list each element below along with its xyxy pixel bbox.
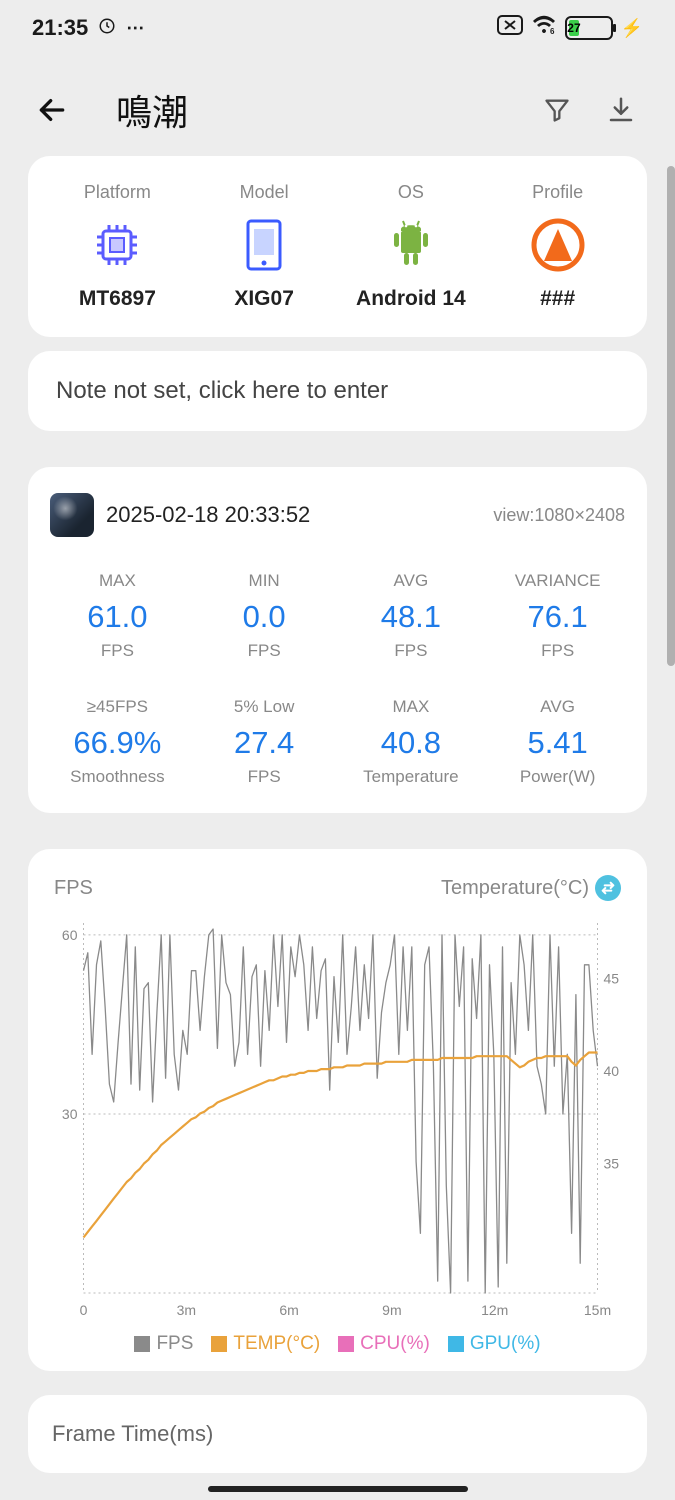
clock-icon bbox=[98, 17, 116, 40]
stat-cell: 5% Low27.4FPS bbox=[191, 697, 338, 787]
svg-text:30: 30 bbox=[62, 1106, 78, 1122]
svg-text:9m: 9m bbox=[382, 1302, 401, 1318]
device-platform: Platform MT6897 bbox=[44, 182, 191, 311]
more-icon: ⋯ bbox=[126, 18, 144, 39]
svg-text:3m: 3m bbox=[177, 1302, 196, 1318]
back-button[interactable] bbox=[32, 90, 72, 130]
chart-legend: FPS TEMP(°C) CPU(%) GPU(%) bbox=[44, 1327, 631, 1355]
status-time: 21:35 bbox=[32, 15, 88, 41]
stat-cell: AVG48.1FPS bbox=[338, 571, 485, 661]
fps-chart-card: FPS Temperature(°C) 30 60 35 40 45 0 3m 6m 9m 12m… bbox=[28, 849, 647, 1371]
svg-text:0: 0 bbox=[80, 1302, 88, 1318]
note-input[interactable]: Note not set, click here to enter bbox=[28, 351, 647, 431]
chart-left-axis-label: FPS bbox=[54, 877, 93, 900]
svg-text:35: 35 bbox=[604, 1156, 620, 1172]
svg-text:45: 45 bbox=[604, 971, 620, 987]
svg-text:60: 60 bbox=[62, 927, 78, 943]
stat-cell: ≥45FPS66.9%Smoothness bbox=[44, 697, 191, 787]
device-os: OS Android 14 bbox=[338, 182, 485, 311]
device-model: Model XIG07 bbox=[191, 182, 338, 311]
phone-icon bbox=[191, 217, 338, 273]
session-resolution: view:1080×2408 bbox=[493, 505, 625, 526]
fps-temperature-chart[interactable]: 30 60 35 40 45 0 3m 6m 9m 12m 15m bbox=[44, 917, 631, 1327]
status-bar: 21:35 ⋯ 6 27 ⚡ bbox=[0, 0, 675, 56]
stat-cell: MAX40.8Temperature bbox=[338, 697, 485, 787]
device-info-card: Platform MT6897 Model XIG07 OS Android 1… bbox=[28, 156, 647, 337]
axis-swap-button[interactable] bbox=[595, 875, 621, 901]
session-stats-card: 2025-02-18 20:33:52 view:1080×2408 MAX61… bbox=[28, 467, 647, 813]
home-indicator[interactable] bbox=[208, 1486, 468, 1492]
svg-text:6m: 6m bbox=[279, 1302, 298, 1318]
notif-icon bbox=[497, 15, 523, 41]
battery-icon: 27 bbox=[565, 16, 613, 40]
svg-text:15m: 15m bbox=[584, 1302, 611, 1318]
filter-button[interactable] bbox=[535, 88, 579, 132]
stat-cell: MIN0.0FPS bbox=[191, 571, 338, 661]
charging-icon: ⚡ bbox=[621, 18, 643, 39]
page-title: 鳴潮 bbox=[116, 84, 515, 136]
session-avatar bbox=[50, 493, 94, 537]
stat-cell: VARIANCE76.1FPS bbox=[484, 571, 631, 661]
stat-cell: AVG5.41Power(W) bbox=[484, 697, 631, 787]
session-timestamp: 2025-02-18 20:33:52 bbox=[106, 502, 481, 528]
frame-time-card[interactable]: Frame Time(ms) bbox=[28, 1395, 647, 1473]
svg-text:12m: 12m bbox=[481, 1302, 508, 1318]
device-profile: Profile ### bbox=[484, 182, 631, 311]
download-button[interactable] bbox=[599, 88, 643, 132]
android-icon bbox=[338, 217, 485, 273]
profile-icon bbox=[484, 217, 631, 273]
stat-cell: MAX61.0FPS bbox=[44, 571, 191, 661]
app-header: 鳴潮 bbox=[0, 56, 675, 156]
scrollbar[interactable] bbox=[667, 166, 675, 666]
cpu-icon bbox=[44, 217, 191, 273]
wifi-icon: 6 bbox=[531, 15, 557, 41]
svg-text:40: 40 bbox=[604, 1063, 620, 1079]
svg-text:6: 6 bbox=[550, 27, 555, 36]
chart-right-axis-label: Temperature(°C) bbox=[441, 877, 589, 900]
